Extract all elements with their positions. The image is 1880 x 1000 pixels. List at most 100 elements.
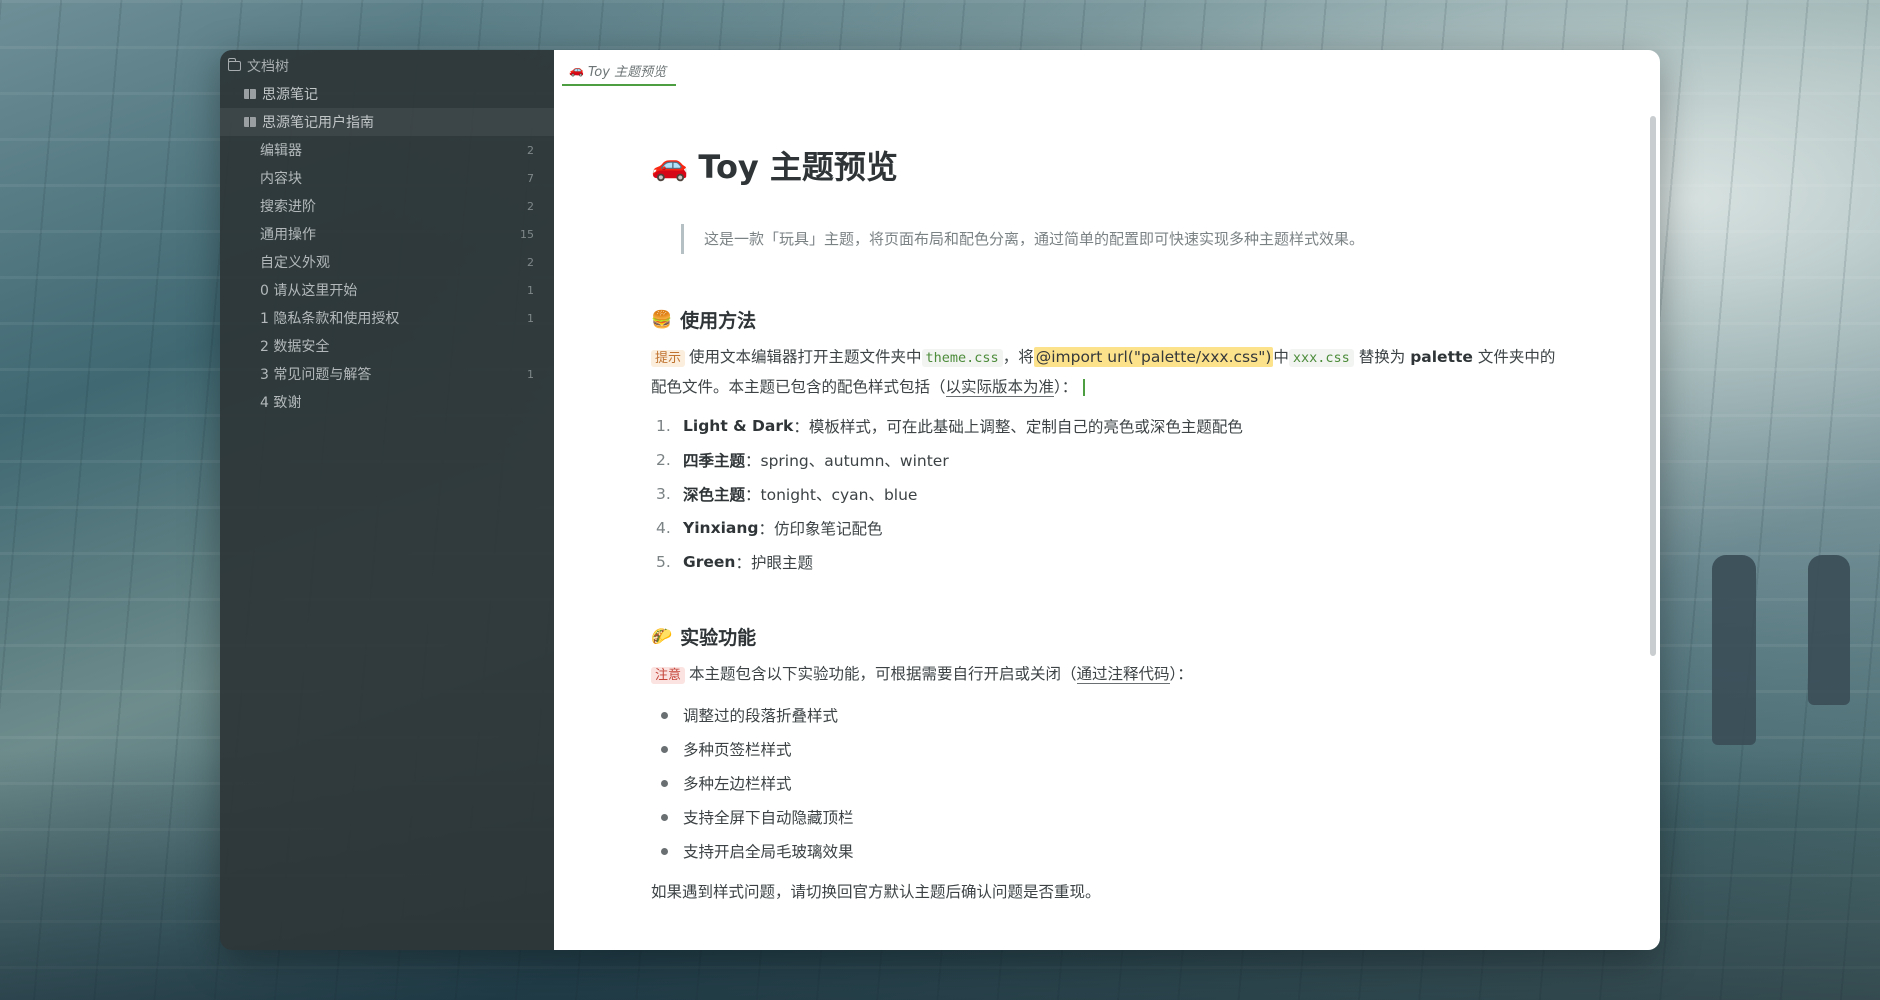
bullet-icon: [661, 745, 668, 753]
list-item: 3. 深色主题 ：tonight、cyan、blue: [651, 477, 1561, 511]
bullet-list: 调整过的段落折叠样式 多种页签栏样式 多种左边栏样式 支持全屏下自动隐藏顶栏 支…: [651, 698, 1561, 868]
bold-text: Yinxiang: [683, 519, 759, 537]
doc-count: 1: [527, 311, 534, 325]
doc-count: 2: [527, 143, 534, 157]
inline-code: theme.css: [921, 349, 1003, 367]
text: ）：: [1054, 378, 1078, 396]
file-tree-header[interactable]: 文档树: [220, 52, 554, 80]
doc-item[interactable]: 通用操作 15: [220, 220, 554, 248]
text: 使用文本编辑器打开主题文件夹中: [689, 348, 922, 366]
list-item: 1. Light & Dark ：模板样式，可在此基础上调整、定制自己的亮色或深色主…: [651, 409, 1561, 443]
list-number: 1.: [656, 417, 671, 435]
doc-count: 1: [527, 283, 534, 297]
doc-label: 通用操作: [260, 227, 316, 243]
doc-count: 15: [520, 227, 534, 241]
heading-experimental: 🌮 实验功能: [651, 623, 1561, 650]
doc-label: 2 数据安全: [260, 339, 330, 355]
text: ：护眼主题: [735, 554, 813, 572]
highlight-mark: @import url("palette/xxx.css"): [1033, 347, 1274, 367]
bold-text: 四季主题: [683, 452, 746, 470]
doc-item[interactable]: 2 数据安全: [220, 332, 554, 360]
ordered-list: 1. Light & Dark ：模板样式，可在此基础上调整、定制自己的亮色或深色主…: [651, 409, 1561, 579]
bullet-icon: [661, 847, 668, 855]
experimental-paragraph: 注意 本主题包含以下实验功能，可根据需要自行开启或关闭（通过注释代码）：: [651, 660, 1561, 690]
list-item: 2. 四季主题 ：spring、autumn、winter: [651, 443, 1561, 477]
bullet-icon: [661, 813, 668, 821]
doc-item[interactable]: 0 请从这里开始 1: [220, 276, 554, 304]
usage-paragraph: 提示 使用文本编辑器打开主题文件夹中 theme.css ，将 @import url(…: [651, 343, 1561, 401]
tab-bar: 🚗 Toy 主题预览: [554, 50, 1660, 90]
list-item: 多种页签栏样式: [651, 732, 1561, 766]
document-content[interactable]: 🚗 Toy 主题预览 这是一款「玩具」主题，将页面布局和配色分离，通过简单的配置…: [651, 90, 1561, 906]
notebook-icon: [244, 117, 256, 127]
file-tree-title: 文档树: [247, 59, 289, 75]
text: ：仿印象笔记配色: [758, 520, 883, 538]
file-tree-sidebar: 文档树 思源笔记 思源笔记用户指南 编辑器 2 内容块 7 搜索进阶 2 通用操作 15…: [220, 50, 554, 950]
bold-text: Green: [683, 553, 736, 571]
doc-item[interactable]: 3 常见问题与解答 1: [220, 360, 554, 388]
scrollbar[interactable]: [1650, 116, 1656, 656]
doc-item[interactable]: 搜索进阶 2: [220, 192, 554, 220]
text: ：模板样式，可在此基础上调整、定制自己的亮色或深色主题配色: [793, 418, 1243, 436]
doc-item[interactable]: 4 致谢: [220, 388, 554, 416]
text: ）：: [1169, 665, 1193, 683]
editor-area: 🚗 Toy 主题预览 🚗 Toy 主题预览 这是一款「玩具」主题，将页面布局和配…: [554, 50, 1660, 950]
text: ，将: [1002, 348, 1034, 366]
text: 调整过的段落折叠样式: [683, 707, 839, 725]
page-title-text: Toy 主题预览: [698, 148, 898, 186]
list-number: 2.: [656, 451, 671, 469]
list-number: 3.: [656, 485, 671, 503]
notebook-item-active[interactable]: 思源笔记用户指南: [220, 108, 554, 136]
doc-label: 0 请从这里开始: [260, 283, 358, 299]
page-title: 🚗 Toy 主题预览: [651, 142, 1561, 188]
notebook-label: 思源笔记: [262, 87, 318, 103]
doc-item[interactable]: 1 隐私条款和使用授权 1: [220, 304, 554, 332]
text: 多种左边栏样式: [683, 775, 792, 793]
car-icon: 🚗: [569, 63, 584, 77]
tip-tag: 提示: [651, 350, 686, 367]
text: 中: [1273, 348, 1289, 366]
list-item: 5. Green ：护眼主题: [651, 545, 1561, 579]
list-item: 调整过的段落折叠样式: [651, 698, 1561, 732]
tab-toy-theme-preview[interactable]: 🚗 Toy 主题预览: [562, 56, 676, 86]
note-tag: 注意: [651, 667, 686, 684]
text: ：spring、autumn、winter: [745, 452, 949, 470]
list-item: 4. Yinxiang ：仿印象笔记配色: [651, 511, 1561, 545]
doc-item[interactable]: 编辑器 2: [220, 136, 554, 164]
folder-icon: [227, 58, 241, 71]
doc-label: 3 常见问题与解答: [260, 367, 372, 383]
list-item: 多种左边栏样式: [651, 766, 1561, 800]
text: 支持全屏下自动隐藏顶栏: [683, 809, 854, 827]
doc-label: 编辑器: [260, 143, 302, 159]
bullet-icon: [661, 779, 668, 787]
heading-text: 使用方法: [680, 310, 757, 332]
bold-text: palette: [1410, 348, 1473, 366]
text: 多种页签栏样式: [683, 741, 792, 759]
doc-label: 搜索进阶: [260, 199, 316, 215]
doc-item[interactable]: 自定义外观 2: [220, 248, 554, 276]
astronaut-figure: [1712, 555, 1756, 745]
underline-text: 通过注释代码: [1076, 665, 1170, 684]
bold-text: Light & Dark: [683, 417, 794, 435]
tab-label: Toy 主题预览: [587, 64, 667, 80]
bullet-icon: [661, 711, 668, 719]
doc-label: 自定义外观: [260, 255, 330, 271]
text: 支持开启全局毛玻璃效果: [683, 843, 854, 861]
astronaut-figure: [1808, 555, 1850, 705]
heading-usage: 🍔 使用方法: [651, 306, 1561, 333]
text: 替换为: [1358, 348, 1406, 366]
footer-paragraph: 如果遇到样式问题，请切换回官方默认主题后确认问题是否重现。: [651, 883, 1101, 901]
list-number: 5.: [656, 553, 671, 571]
heading-text: 实验功能: [680, 627, 757, 649]
app-window: 文档树 思源笔记 思源笔记用户指南 编辑器 2 内容块 7 搜索进阶 2 通用操作 15…: [220, 50, 1660, 950]
doc-count: 1: [527, 367, 534, 381]
doc-item[interactable]: 内容块 7: [220, 164, 554, 192]
notebook-label: 思源笔记用户指南: [262, 115, 374, 131]
inline-code: xxx.css: [1288, 349, 1354, 367]
text: ：tonight、cyan、blue: [745, 486, 918, 504]
doc-count: 7: [527, 171, 534, 185]
doc-count: 2: [527, 255, 534, 269]
list-item: 支持开启全局毛玻璃效果: [651, 834, 1561, 868]
notebook-item[interactable]: 思源笔记: [220, 80, 554, 108]
underline-text: 以实际版本为准: [945, 378, 1055, 397]
